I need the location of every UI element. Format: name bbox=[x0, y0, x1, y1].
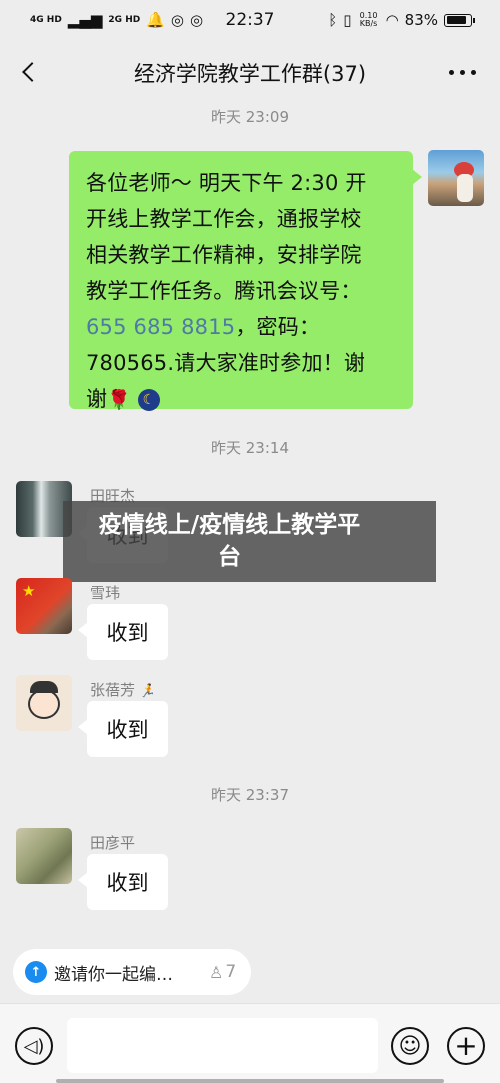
dot-icon bbox=[460, 70, 465, 75]
received-message-bubble[interactable]: 收到 bbox=[78, 701, 168, 757]
overlay-line: 台 bbox=[218, 544, 241, 570]
chat-input-bar: ◁) ☺ + bbox=[0, 1003, 500, 1083]
dot-icon bbox=[449, 70, 454, 75]
message-line: 相关教学工作精神，安排学院 bbox=[86, 243, 362, 267]
sender-name: 雪玮 bbox=[90, 584, 121, 602]
status-right: ᛒ ▯ 0.10 KB/s ◠ 83% bbox=[328, 11, 475, 29]
dot-icon bbox=[471, 70, 476, 75]
battery-percent: 83% bbox=[404, 11, 438, 29]
message-line: 开线上教学工作会，通报学校 bbox=[86, 207, 362, 231]
time-separator: 昨天 23:09 bbox=[211, 108, 289, 126]
avatar-figure bbox=[457, 174, 473, 202]
message-line: 780565.请大家准时参加！谢 bbox=[86, 351, 366, 375]
meeting-id-link[interactable]: 655 685 8815 bbox=[86, 315, 235, 339]
network-indicator-1: 4G HD bbox=[30, 14, 62, 25]
message-line: 谢🌹 ☾ bbox=[86, 381, 399, 418]
message-line: 各位老师～ 明天下午 2:30 开 bbox=[86, 171, 367, 195]
time-separator: 昨天 23:14 bbox=[211, 439, 289, 457]
back-button[interactable] bbox=[16, 57, 42, 87]
signal-icon: ▂▄▆ bbox=[67, 11, 103, 29]
pinned-doc-count: 7 bbox=[225, 962, 237, 982]
battery-icon bbox=[444, 13, 475, 27]
plus-icon: + bbox=[454, 1029, 478, 1062]
wifi-icon: ◠ bbox=[385, 11, 399, 29]
rose-emoji-icon: 🌹 bbox=[107, 389, 132, 411]
overlay-line: 疫情线上/疫情线上教学平 bbox=[98, 512, 361, 538]
time-separator: 昨天 23:37 bbox=[211, 786, 289, 804]
member-avatar[interactable] bbox=[16, 675, 72, 731]
overlay-caption: 疫情线上/疫情线上教学平 台 bbox=[63, 501, 436, 582]
status-time: 22:37 bbox=[225, 10, 275, 30]
status-left: 4G HD ▂▄▆ 2G HD 🔔 ◎ ◎ bbox=[30, 11, 203, 29]
battery-fill bbox=[446, 16, 466, 24]
sent-message-bubble[interactable]: 各位老师～ 明天下午 2:30 开 开线上教学工作会，通报学校 相关教学工作精神… bbox=[69, 151, 422, 411]
message-text: 谢 bbox=[86, 387, 108, 411]
message-line: 教学工作任务。腾讯会议号： bbox=[86, 279, 362, 303]
voice-input-button[interactable]: ◁) bbox=[15, 1027, 53, 1065]
member-avatar[interactable]: ★ bbox=[16, 578, 72, 634]
member-avatar[interactable] bbox=[16, 828, 72, 884]
message-input[interactable] bbox=[67, 1018, 378, 1073]
sender-name: 张蓓芳 🏃 bbox=[90, 679, 155, 700]
message-line: 655 685 8815，密码： bbox=[86, 309, 399, 345]
star-icon: ★ bbox=[22, 582, 36, 600]
network-indicator-2: 2G HD bbox=[108, 14, 141, 25]
doc-share-icon: ↑ bbox=[25, 961, 47, 983]
smiley-icon: ☺ bbox=[398, 1033, 422, 1059]
sender-name-text: 张蓓芳 bbox=[90, 681, 136, 699]
avatar-face bbox=[28, 689, 60, 719]
received-message-bubble[interactable]: 收到 bbox=[78, 854, 168, 910]
runner-icon: 🏃 bbox=[139, 684, 156, 699]
status-bar: 4G HD ▂▄▆ 2G HD 🔔 ◎ ◎ 22:37 ᛒ ▯ 0.10 KB/… bbox=[0, 0, 500, 40]
moon-emoji-icon: ☾ bbox=[137, 389, 160, 411]
qq-icon: ◎ bbox=[189, 11, 204, 29]
received-message-bubble[interactable]: 收到 bbox=[78, 604, 168, 660]
notification-icon: 🔔 bbox=[146, 11, 165, 29]
back-arrow-icon bbox=[22, 62, 42, 82]
avatar-hair bbox=[30, 681, 58, 693]
chat-header: 经济学院教学工作群(37) bbox=[0, 40, 500, 106]
pinned-doc-text: 邀请你一起编… bbox=[54, 964, 173, 985]
home-indicator[interactable] bbox=[56, 1079, 444, 1083]
qq-icon: ◎ bbox=[170, 11, 184, 29]
chat-title: 经济学院教学工作群(37) bbox=[133, 62, 367, 86]
sender-name: 田彦平 bbox=[90, 834, 136, 852]
vibrate-icon: ▯ bbox=[343, 11, 352, 29]
voice-icon: ◁) bbox=[23, 1035, 45, 1057]
bluetooth-icon: ᛒ bbox=[328, 11, 338, 29]
network-speed: 0.10 KB/s bbox=[359, 11, 378, 28]
emoji-button[interactable]: ☺ bbox=[391, 1027, 429, 1065]
my-avatar[interactable] bbox=[428, 150, 484, 206]
message-text: ，密码： bbox=[235, 315, 321, 339]
more-options-button[interactable] bbox=[449, 70, 476, 75]
people-icon: ♙ bbox=[209, 962, 224, 982]
more-actions-button[interactable]: + bbox=[447, 1027, 485, 1065]
pinned-doc-pill[interactable]: ↑ 邀请你一起编… ♙ 7 bbox=[13, 949, 251, 995]
